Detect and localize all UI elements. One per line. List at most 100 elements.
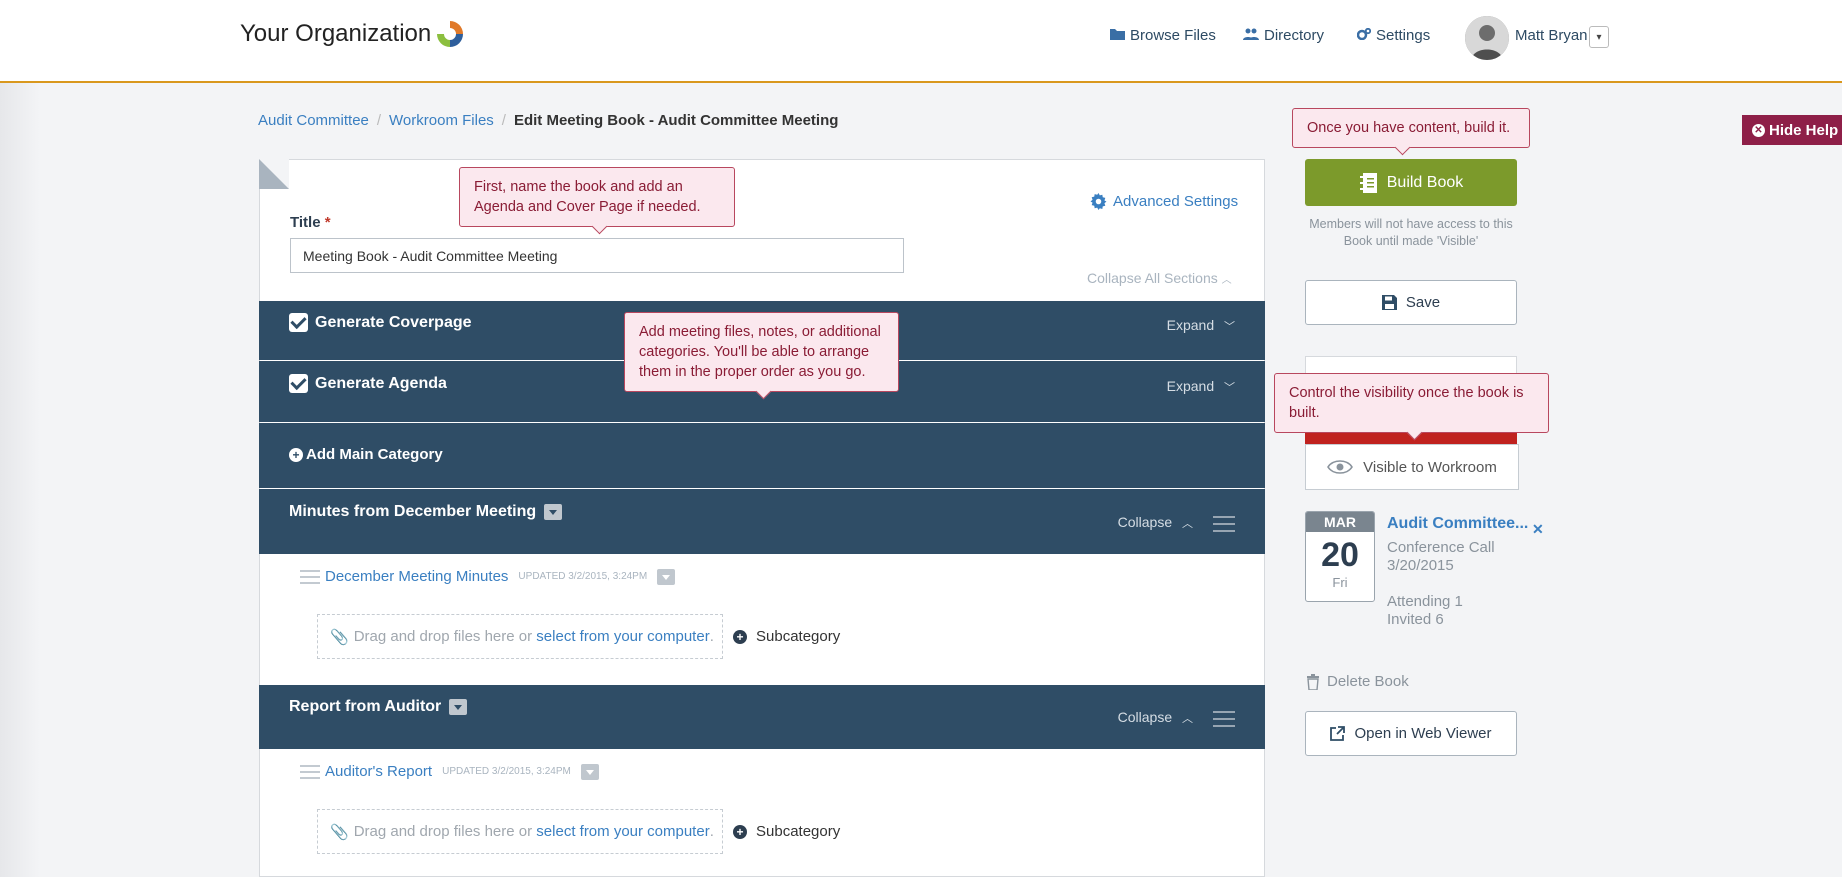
user-menu-caret-icon[interactable]: ▾ [1589,26,1609,48]
collapse-all-sections[interactable]: Collapse All Sections ︿ [1087,270,1232,286]
nav-browse-files[interactable]: Browse Files [1110,27,1216,44]
build-book-button[interactable]: Build Book [1305,159,1517,206]
help-tip-files: Add meeting files, notes, or additional … [624,312,899,392]
coverpage-expand[interactable]: Expand ﹀ [1167,317,1235,334]
drop-zone-end: . [709,628,714,645]
drop-zone-end: . [709,823,714,840]
category-bar: Report from Auditor Collapse ︿ [259,685,1265,749]
category-collapse[interactable]: Collapse ︿ [1118,709,1193,726]
plus-circle-icon: + [733,629,747,644]
file-updated: UPDATED 3/2/2015, 3:24PM [518,571,648,582]
chevron-up-icon: ︿ [1221,275,1232,286]
breadcrumb-separator: / [376,112,382,129]
left-edge-shadow [0,83,40,877]
drag-handle-icon[interactable] [1213,711,1235,727]
event-type: Conference Call [1387,539,1495,556]
help-tip-build-text: Once you have content, build it. [1307,120,1511,136]
notebook-icon [1359,172,1379,194]
nav-settings-label: Settings [1376,27,1431,44]
breadcrumb-current: Edit Meeting Book - Audit Committee Meet… [513,112,839,129]
add-subcategory-button[interactable]: + Subcategory [733,823,840,840]
agenda-expand[interactable]: Expand ﹀ [1167,378,1235,395]
drag-handle-icon[interactable] [1213,516,1235,532]
file-menu-caret-icon[interactable] [580,763,599,780]
visible-to-workroom-button[interactable]: Visible to Workroom [1305,444,1519,490]
category-menu-caret-icon[interactable] [449,699,468,715]
org-logo[interactable]: Your Organization [240,18,466,50]
checkbox-checked-icon[interactable] [289,313,308,332]
breadcrumb-workroom-files[interactable]: Workroom Files [389,112,494,129]
help-tip-files-text: Add meeting files, notes, or additional … [639,324,881,380]
file-row: Auditor's Report UPDATED 3/2/2015, 3:24P… [300,763,599,780]
file-drop-zone[interactable]: 📎 Drag and drop files here or select fro… [317,809,723,854]
add-main-category-button[interactable]: + Add Main Category [289,446,443,463]
remove-event-icon[interactable]: ✕ [1532,521,1544,538]
category-collapse-label: Collapse [1117,709,1173,725]
open-in-web-viewer-button[interactable]: Open in Web Viewer [1305,711,1517,756]
nav-settings[interactable]: Settings [1356,27,1431,44]
file-row: December Meeting Minutes UPDATED 3/2/201… [300,568,676,585]
category-bar: Minutes from December Meeting Collapse ︿ [259,489,1265,554]
advanced-settings-link[interactable]: Advanced Settings [1090,193,1238,210]
members-note: Members will not have access to this Boo… [1309,217,1513,248]
help-tip-name: First, name the book and add an Agenda a… [459,167,735,227]
trash-icon [1307,673,1319,690]
nav-directory[interactable]: Directory [1243,27,1324,44]
external-link-icon [1330,726,1346,741]
floppy-disk-icon [1381,295,1397,310]
drop-zone-text: Drag and drop files here or [353,628,533,645]
category-collapse[interactable]: Collapse ︿ [1118,514,1193,531]
hide-help-label: Hide Help [1769,121,1839,139]
build-book-label: Build Book [1386,173,1464,191]
agenda-toggle[interactable]: Generate Agenda [289,374,447,393]
file-drag-handle-icon[interactable] [300,764,320,779]
delete-book-button[interactable]: Delete Book [1307,673,1409,690]
category-title[interactable]: Minutes from December Meeting [289,503,563,521]
event-month: MAR [1306,512,1374,532]
save-button[interactable]: Save [1305,280,1517,325]
file-link[interactable]: Auditor's Report [325,763,432,780]
agenda-label: Generate Agenda [315,374,447,392]
select-from-computer-link[interactable]: select from your computer [536,628,709,645]
event-calendar-badge: MAR 20 Fri [1305,511,1375,602]
user-name[interactable]: Matt Bryan [1515,27,1588,44]
file-updated: UPDATED 3/2/2015, 3:24PM [442,766,571,777]
coverpage-label: Generate Coverpage [315,313,472,331]
breadcrumb-audit-committee[interactable]: Audit Committee [258,112,369,129]
hide-help-button[interactable]: ✕ Hide Help [1742,115,1842,145]
close-circle-icon: ✕ [1752,123,1765,137]
title-input[interactable] [290,238,904,273]
category-collapse-label: Collapse [1117,514,1173,530]
save-label: Save [1405,294,1441,311]
file-drop-zone[interactable]: 📎 Drag and drop files here or select fro… [317,614,723,659]
coverpage-expand-label: Expand [1166,317,1215,333]
checkbox-checked-icon[interactable] [289,374,308,393]
breadcrumb: Audit Committee / Workroom Files / Edit … [258,112,838,129]
required-mark: * [324,214,331,231]
plus-circle-icon: + [733,824,747,839]
user-avatar[interactable] [1465,16,1509,60]
file-menu-caret-icon[interactable] [657,568,676,585]
add-subcategory-button[interactable]: + Subcategory [733,628,840,645]
event-title-link[interactable]: Audit Committee... [1387,515,1528,533]
coverpage-toggle[interactable]: Generate Coverpage [289,313,472,332]
chevron-down-icon: ﹀ [1224,382,1235,394]
select-from-computer-link[interactable]: select from your computer [536,823,709,840]
open-in-web-viewer-label: Open in Web Viewer [1354,725,1492,742]
chevron-down-icon: ﹀ [1224,321,1235,333]
title-label: Title * [290,214,331,231]
category-menu-caret-icon[interactable] [544,504,563,520]
help-tip-name-text: First, name the book and add an Agenda a… [474,179,701,215]
file-drag-handle-icon[interactable] [300,569,320,584]
help-tip-visibility: Control the visibility once the book is … [1274,373,1549,433]
eye-icon [1327,459,1354,475]
help-tip-build: Once you have content, build it. [1292,108,1530,148]
gears-icon [1356,27,1372,44]
nav-directory-label: Directory [1264,27,1325,44]
category-title[interactable]: Report from Auditor [289,698,468,716]
folder-icon [1110,27,1125,44]
file-link[interactable]: December Meeting Minutes [325,568,508,585]
collapse-all-label: Collapse All Sections [1087,270,1218,286]
delete-book-label: Delete Book [1327,673,1409,690]
page-fold-corner [259,159,289,189]
